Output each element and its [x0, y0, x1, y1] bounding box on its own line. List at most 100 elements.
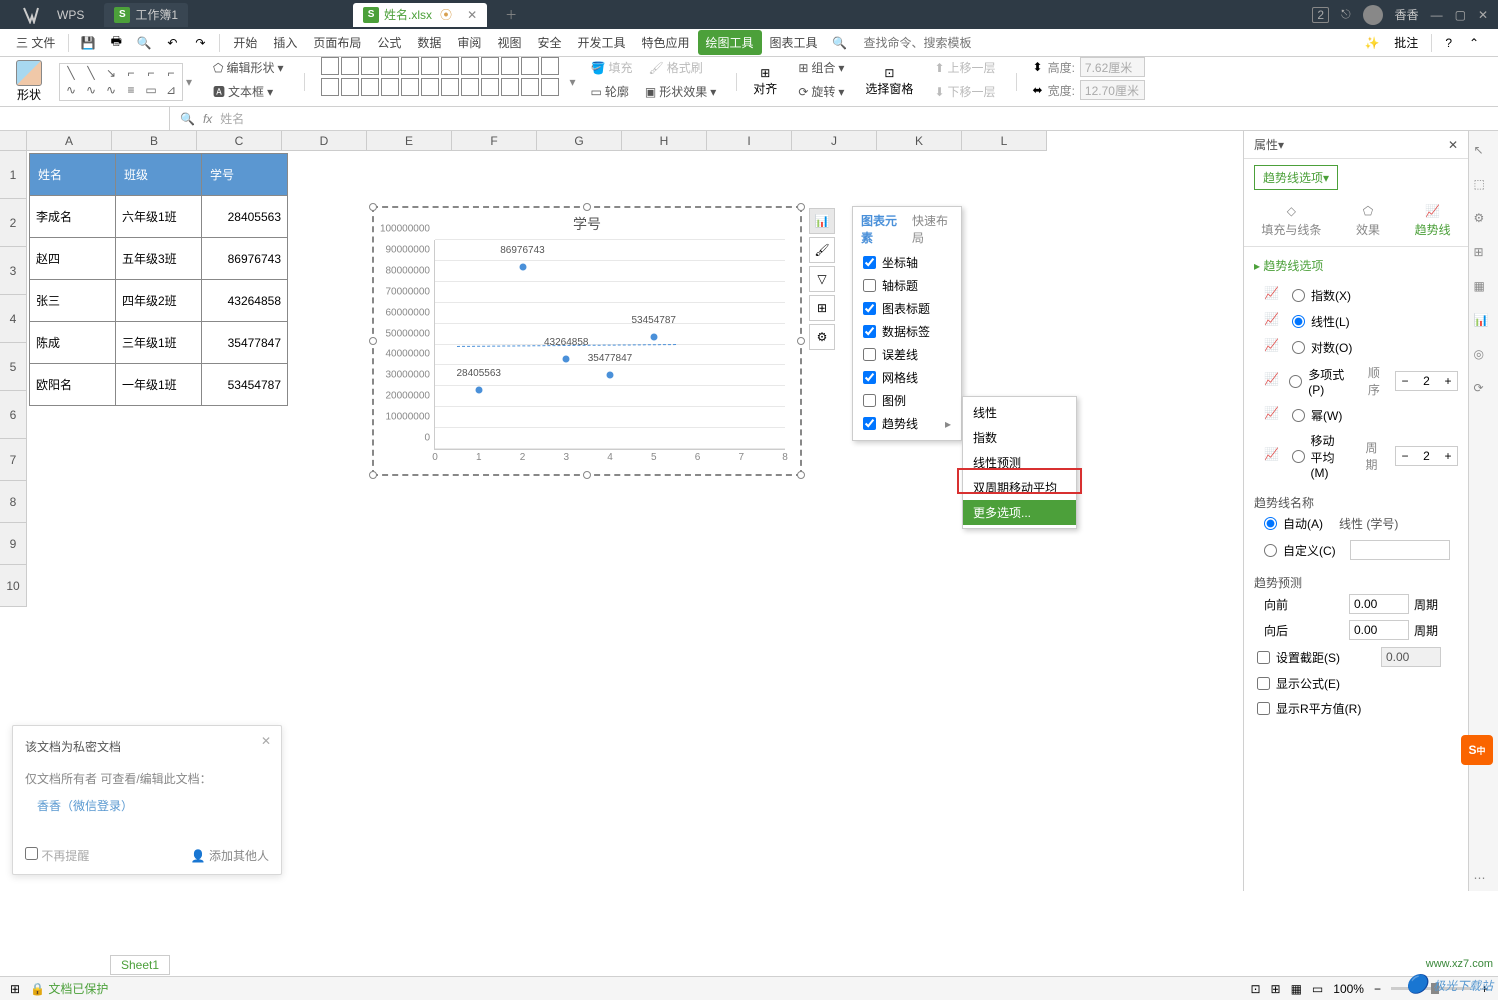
select-pane-button[interactable]: ⊡ 选择窗格 — [865, 66, 913, 97]
shapes-button[interactable]: 形状 — [16, 60, 42, 103]
checkbox-data-label[interactable]: 数据标签 — [853, 320, 961, 343]
menu-special[interactable]: 特色应用 — [633, 30, 697, 55]
preview-icon[interactable]: 🔍 — [134, 33, 154, 53]
trend-linear-forecast[interactable]: 线性预测 — [963, 450, 1076, 475]
redo-icon[interactable]: ↷ — [190, 33, 210, 53]
zoom-in-button[interactable]: + — [1481, 982, 1488, 996]
height-input[interactable] — [1080, 57, 1145, 77]
col-header[interactable]: H — [622, 131, 707, 151]
tab-current-file[interactable]: S 姓名.xlsx ⦿ ✕ — [353, 3, 487, 27]
chart-size-button[interactable]: ⊞ — [809, 295, 835, 321]
resize-handle[interactable] — [369, 337, 377, 345]
resize-handle[interactable] — [369, 203, 377, 211]
checkbox-dont-remind[interactable]: 不再提醒 — [25, 847, 89, 864]
col-header[interactable]: G — [537, 131, 622, 151]
col-header[interactable]: B — [112, 131, 197, 151]
checkbox-gridlines[interactable]: 网格线 — [853, 366, 961, 389]
col-header[interactable]: A — [27, 131, 112, 151]
gear-icon[interactable]: ⚙ — [1474, 211, 1494, 231]
undo-icon[interactable]: ↶ — [162, 33, 182, 53]
gift-icon[interactable]: ⎋ — [1341, 7, 1351, 22]
chart-settings-button[interactable]: ⚙ — [809, 324, 835, 350]
chart-icon[interactable]: 📊 — [1474, 313, 1494, 333]
menu-start[interactable]: 开始 — [225, 30, 265, 55]
close-icon[interactable]: ✕ — [1478, 8, 1488, 22]
col-header[interactable]: J — [792, 131, 877, 151]
chart-title[interactable]: 学号 — [374, 208, 800, 240]
forward-input[interactable] — [1349, 594, 1409, 614]
zoom-level[interactable]: 100% — [1333, 982, 1364, 996]
select-all-corner[interactable] — [0, 131, 27, 151]
zoom-slider[interactable] — [1391, 987, 1471, 990]
file-menu[interactable]: 三 文件 — [8, 30, 63, 55]
rotate-button[interactable]: ⟳ 旋转 ▾ — [794, 81, 848, 102]
decrement-button[interactable]: − — [1396, 447, 1414, 465]
radio-exp[interactable]: 📈指数(X) — [1254, 282, 1458, 308]
checkbox-legend[interactable]: 图例 — [853, 389, 961, 412]
view-icon[interactable]: ⊡ — [1250, 982, 1260, 996]
tab-effect[interactable]: ⬠ 效果 — [1356, 204, 1380, 238]
collapse-ribbon-icon[interactable]: ⌃ — [1464, 33, 1484, 53]
radio-auto-name[interactable]: 自动(A)线性 (学号) — [1254, 511, 1458, 536]
select-icon[interactable]: ⬚ — [1474, 177, 1494, 197]
close-panel-icon[interactable]: ✕ — [1448, 138, 1458, 152]
trend-exp[interactable]: 指数 — [963, 425, 1076, 450]
outline-button[interactable]: ▭ 轮廓 — [587, 81, 633, 102]
row-header[interactable]: 1 — [0, 151, 26, 199]
menu-help[interactable]: ? — [1445, 36, 1452, 50]
tab-quick-layout[interactable]: 快速布局 — [912, 212, 953, 246]
row-header[interactable]: 4 — [0, 295, 26, 343]
refresh-icon[interactable]: ⟳ — [1474, 381, 1494, 401]
chart-styles-button[interactable]: 🖌 — [809, 237, 835, 263]
badge-icon[interactable]: 2 — [1312, 7, 1329, 23]
col-header[interactable]: D — [282, 131, 367, 151]
width-input[interactable] — [1080, 80, 1145, 100]
period-input[interactable] — [1414, 449, 1439, 463]
target-icon[interactable]: ◎ — [1474, 347, 1494, 367]
tab-fill-line[interactable]: ◇ 填充与线条 — [1261, 204, 1321, 238]
resize-handle[interactable] — [797, 471, 805, 479]
col-header[interactable]: F — [452, 131, 537, 151]
page-view-icon[interactable]: ▦ — [1291, 982, 1302, 996]
resize-handle[interactable] — [583, 471, 591, 479]
col-header[interactable]: E — [367, 131, 452, 151]
order-input[interactable] — [1414, 374, 1439, 388]
checkbox-show-formula[interactable]: 显示公式(E) — [1254, 671, 1458, 696]
menu-review[interactable]: 审阅 — [449, 30, 489, 55]
menu-page-layout[interactable]: 页面布局 — [305, 30, 369, 55]
custom-name-input[interactable] — [1350, 540, 1450, 560]
chart-object[interactable]: 学号 0100000002000000030000000400000005000… — [372, 206, 802, 476]
menu-drawing-tools[interactable]: 绘图工具 — [698, 30, 762, 55]
add-tab-button[interactable]: ＋ — [502, 6, 520, 24]
close-tab-icon[interactable]: ✕ — [467, 8, 477, 22]
checkbox-show-r2[interactable]: 显示R平方值(R) — [1254, 696, 1458, 721]
search-input[interactable] — [864, 36, 1014, 50]
edit-shape-button[interactable]: ⬠ 编辑形状 ▾ — [209, 57, 287, 78]
reading-view-icon[interactable]: ▭ — [1312, 982, 1323, 996]
radio-movavg[interactable]: 📈移动 平均(M) 周期 −+ — [1254, 428, 1458, 484]
radio-power[interactable]: 📈幂(W) — [1254, 402, 1458, 428]
row-header[interactable]: 6 — [0, 391, 26, 439]
print-icon[interactable]: 🖶 — [106, 33, 126, 53]
avatar[interactable] — [1363, 5, 1383, 25]
checkbox-trendline[interactable]: 趋势线▸ — [853, 412, 961, 435]
line-style-grid[interactable]: ╲╲↘ ⌐⌐⌐ ∿∿∿ ≡▭⊿ — [59, 63, 183, 101]
menu-security[interactable]: 安全 — [529, 30, 569, 55]
name-box[interactable] — [0, 107, 170, 130]
trend-more-options[interactable]: 更多选项... — [963, 500, 1076, 525]
menu-formula[interactable]: 公式 — [369, 30, 409, 55]
checkbox-axis[interactable]: 坐标轴 — [853, 251, 961, 274]
chevron-down-icon[interactable]: ▾ — [186, 75, 192, 89]
tab-workbook1[interactable]: S 工作簿1 — [104, 3, 188, 27]
row-header[interactable]: 7 — [0, 439, 26, 481]
increment-button[interactable]: + — [1439, 447, 1457, 465]
header-name[interactable]: 姓名 — [30, 154, 116, 196]
resize-handle[interactable] — [797, 203, 805, 211]
protected-indicator[interactable]: 🔒 文档已保护 — [30, 980, 108, 997]
text-box-button[interactable]: 🅰 文本框 ▾ — [209, 81, 277, 102]
checkbox-axis-title[interactable]: 轴标题 — [853, 274, 961, 297]
row-header[interactable]: 8 — [0, 481, 26, 523]
close-popup-icon[interactable]: ✕ — [261, 734, 271, 748]
checkbox-chart-title[interactable]: 图表标题 — [853, 297, 961, 320]
outline-color-swatches[interactable] — [321, 78, 559, 96]
